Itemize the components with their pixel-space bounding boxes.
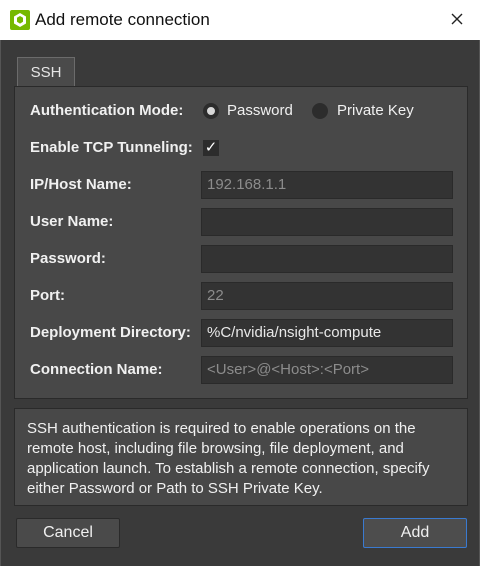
deployment-directory-input[interactable]: %C/nvidia/nsight-compute xyxy=(201,319,453,347)
password-radio[interactable] xyxy=(203,103,219,119)
deployment-directory-label: Deployment Directory: xyxy=(30,324,191,341)
add-button[interactable]: Add xyxy=(363,518,467,548)
cancel-button[interactable]: Cancel xyxy=(16,518,120,548)
host-label: IP/Host Name: xyxy=(30,176,132,193)
password-label: Password: xyxy=(30,250,106,267)
nsight-compute-app-icon xyxy=(10,10,30,30)
ssh-settings-panel: Authentication Mode: Password Private Ke… xyxy=(14,86,468,399)
host-input[interactable]: 192.168.1.1 xyxy=(201,171,453,199)
private-key-radio[interactable] xyxy=(312,103,328,119)
private-key-radio-label[interactable]: Private Key xyxy=(337,101,414,121)
ssh-info-text: SSH authentication is required to enable… xyxy=(14,408,468,506)
connection-name-input[interactable]: <User>@<Host>:<Port> xyxy=(201,356,453,384)
tcp-tunneling-checkbox[interactable]: ✓ xyxy=(203,140,219,156)
window-title: Add remote connection xyxy=(35,10,210,29)
user-name-input[interactable] xyxy=(201,208,453,236)
title-bar: Add remote connection xyxy=(0,0,480,41)
dialog-body: SSH Authentication Mode: Password Privat… xyxy=(0,40,480,566)
password-input[interactable] xyxy=(201,245,453,273)
close-icon[interactable] xyxy=(446,8,468,30)
connection-name-label: Connection Name: xyxy=(30,361,163,378)
tab-ssh[interactable]: SSH xyxy=(17,57,75,87)
tcp-tunneling-label: Enable TCP Tunneling: xyxy=(30,139,193,156)
password-radio-label[interactable]: Password xyxy=(227,101,293,121)
auth-mode-label: Authentication Mode: xyxy=(30,102,184,119)
port-label: Port: xyxy=(30,287,65,304)
port-input[interactable]: 22 xyxy=(201,282,453,310)
user-name-label: User Name: xyxy=(30,213,114,230)
